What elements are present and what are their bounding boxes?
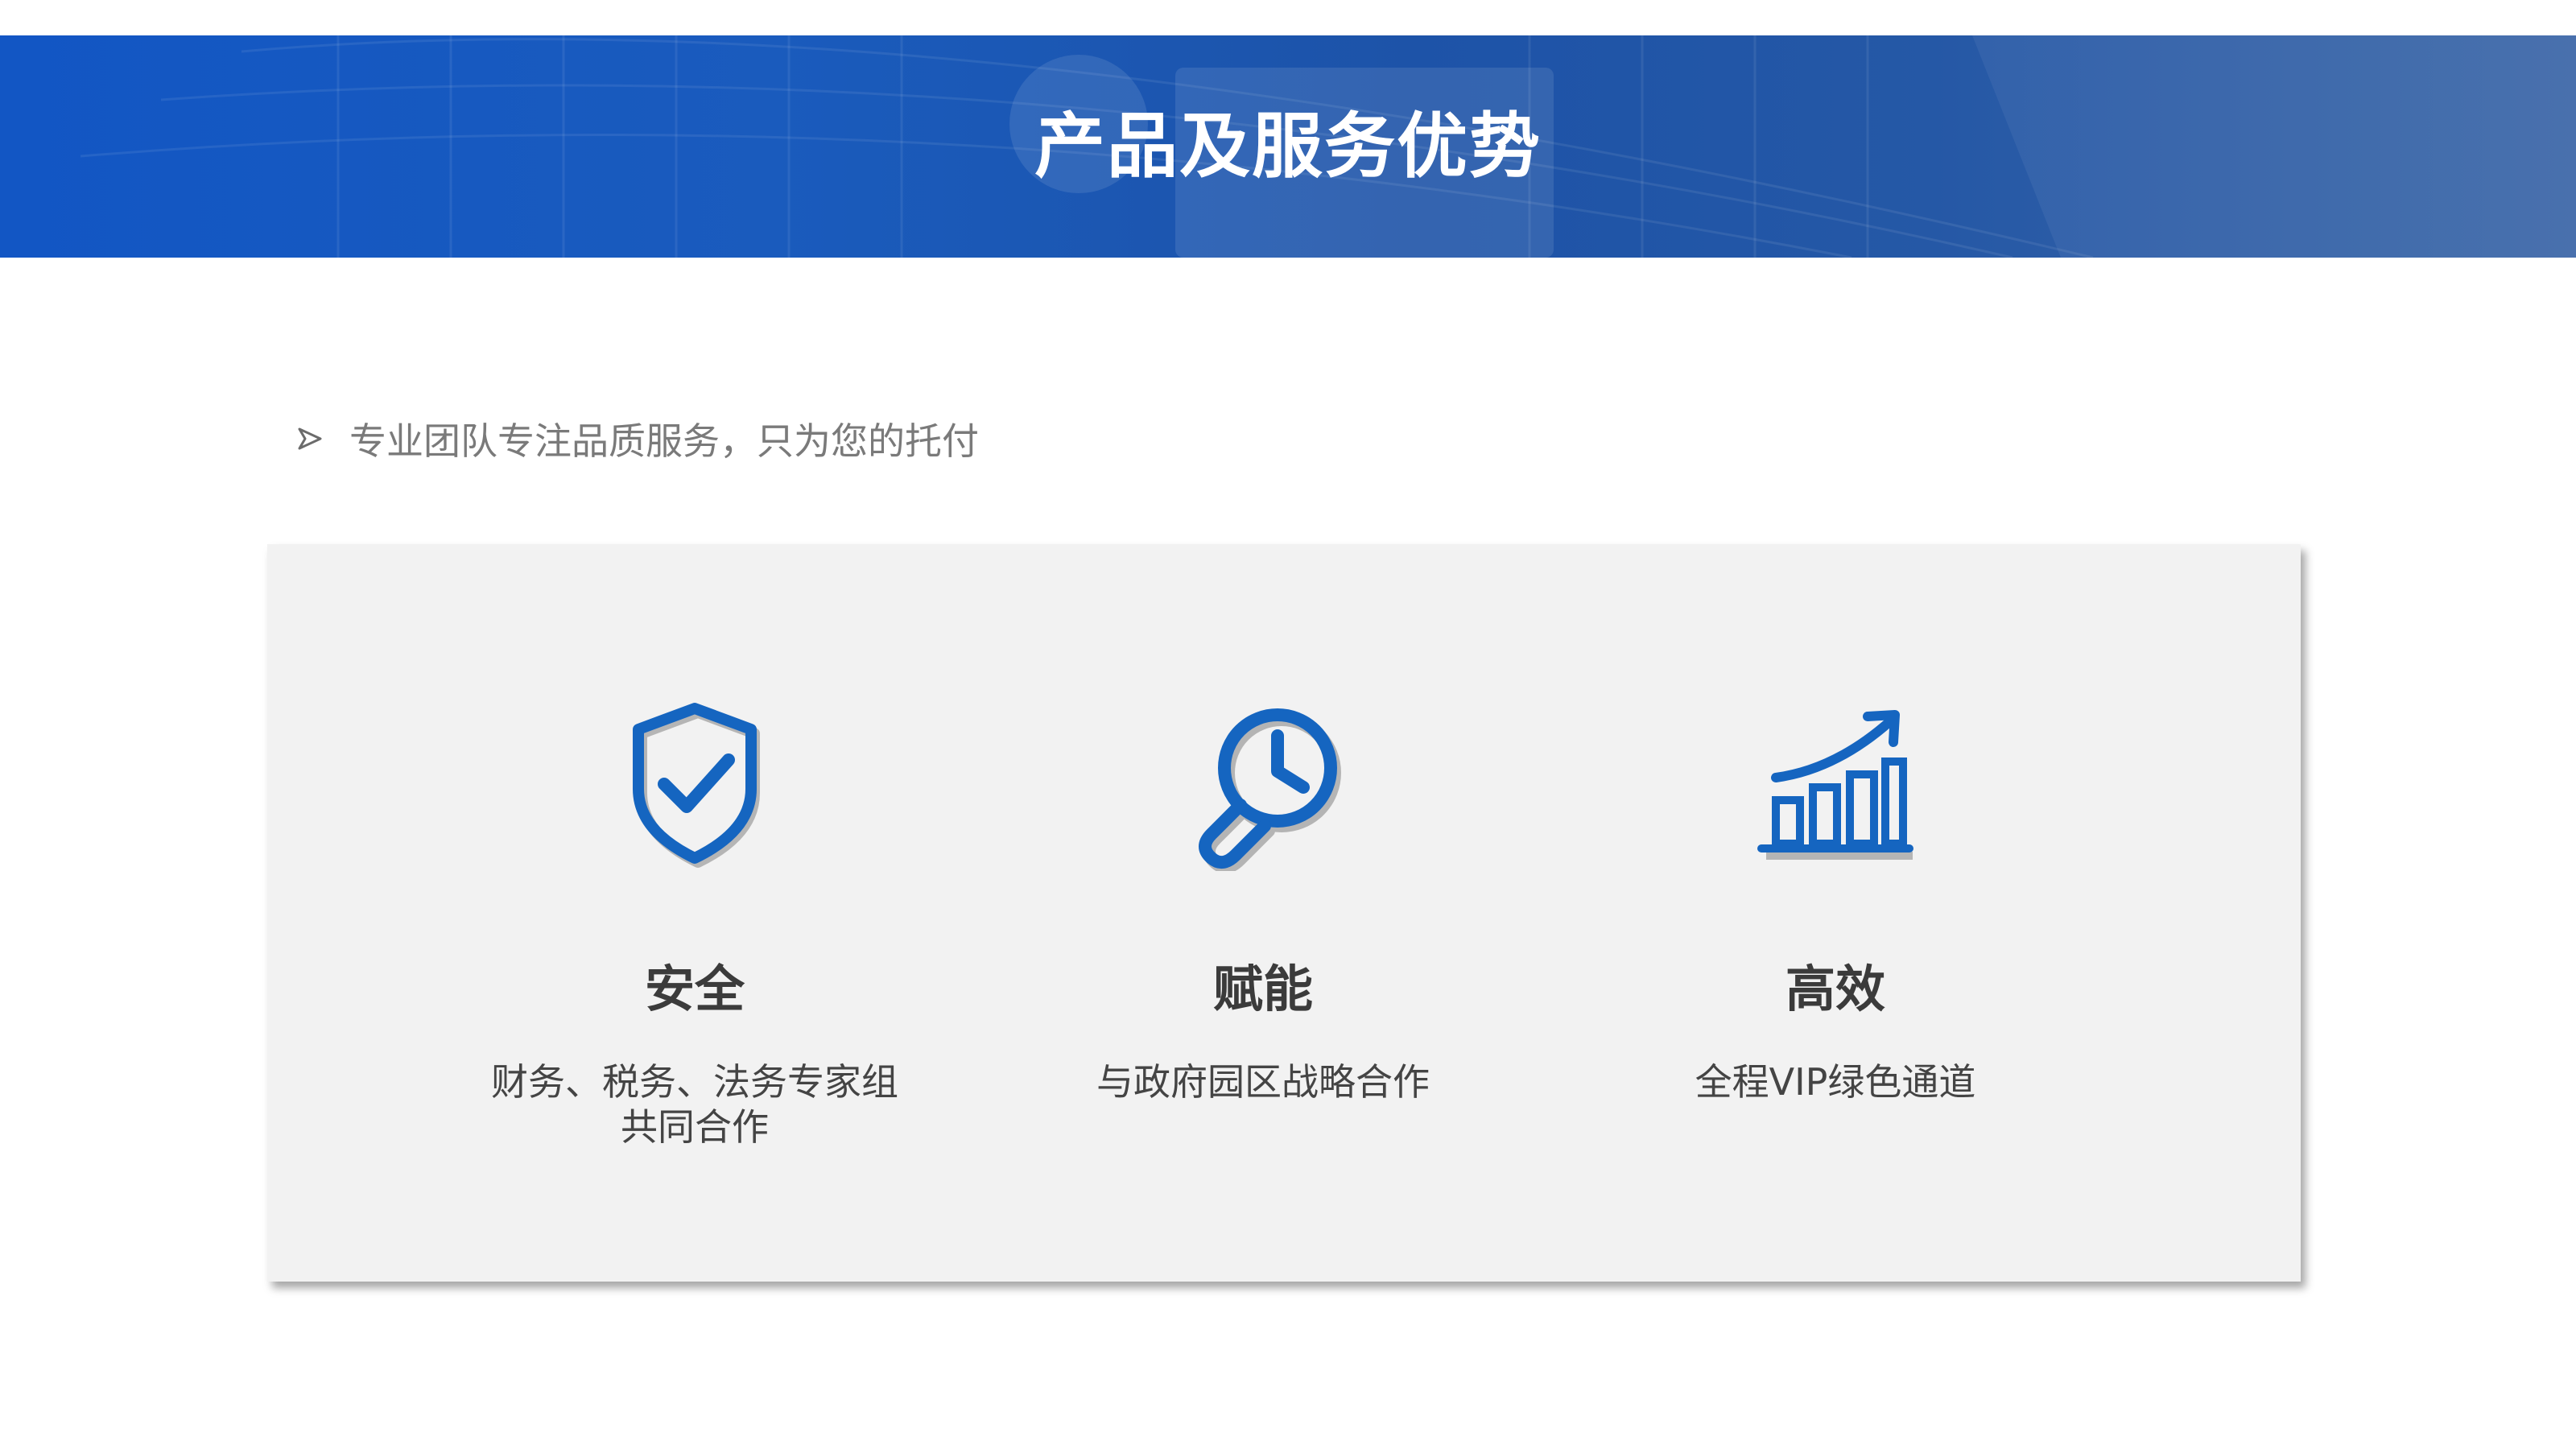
feature-description-line: 共同合作 [621, 1105, 769, 1149]
shield-check-icon [633, 703, 760, 868]
growth-chart-icon [1757, 710, 1913, 860]
feature-description: 财务、税务、法务专家组 共同合作 [413, 1059, 976, 1150]
feature-title: 高效 [1785, 960, 1885, 1018]
arrow-bullet-icon [298, 427, 322, 450]
subtitle-text: 专业团队专注品质服务，只为您的托付 [349, 419, 979, 463]
subtitle-row: 专业团队专注品质服务，只为您的托付 [298, 415, 979, 463]
header-banner: 产品及服务优势 [0, 35, 2576, 258]
page-title: 产品及服务优势 [1034, 105, 1542, 188]
feature-description-line: 财务、税务、法务专家组 [491, 1060, 898, 1104]
bulb-wrench-icon [1199, 708, 1341, 871]
features-panel: 安全 财务、税务、法务专家组 共同合作 赋能 与政府园区战略合作 高效 全程VI… [267, 544, 2301, 1282]
feature-title: 赋能 [1212, 960, 1313, 1018]
feature-empower: 赋能 与政府园区战略合作 [981, 544, 1545, 1282]
feature-security: 安全 财务、税务、法务专家组 共同合作 [413, 544, 976, 1282]
feature-title: 安全 [644, 960, 745, 1018]
slide: 产品及服务优势 专业团队专注品质服务，只为您的托付 安全 财务、税务、法务专家组… [0, 0, 2576, 1449]
feature-description-line: 与政府园区战略合作 [1096, 1060, 1430, 1104]
feature-description: 全程VIP绿色通道 [1554, 1059, 2117, 1104]
feature-description: 与政府园区战略合作 [981, 1059, 1545, 1104]
feature-efficiency: 高效 全程VIP绿色通道 [1554, 544, 2117, 1282]
feature-description-line: 全程VIP绿色通道 [1695, 1060, 1976, 1104]
